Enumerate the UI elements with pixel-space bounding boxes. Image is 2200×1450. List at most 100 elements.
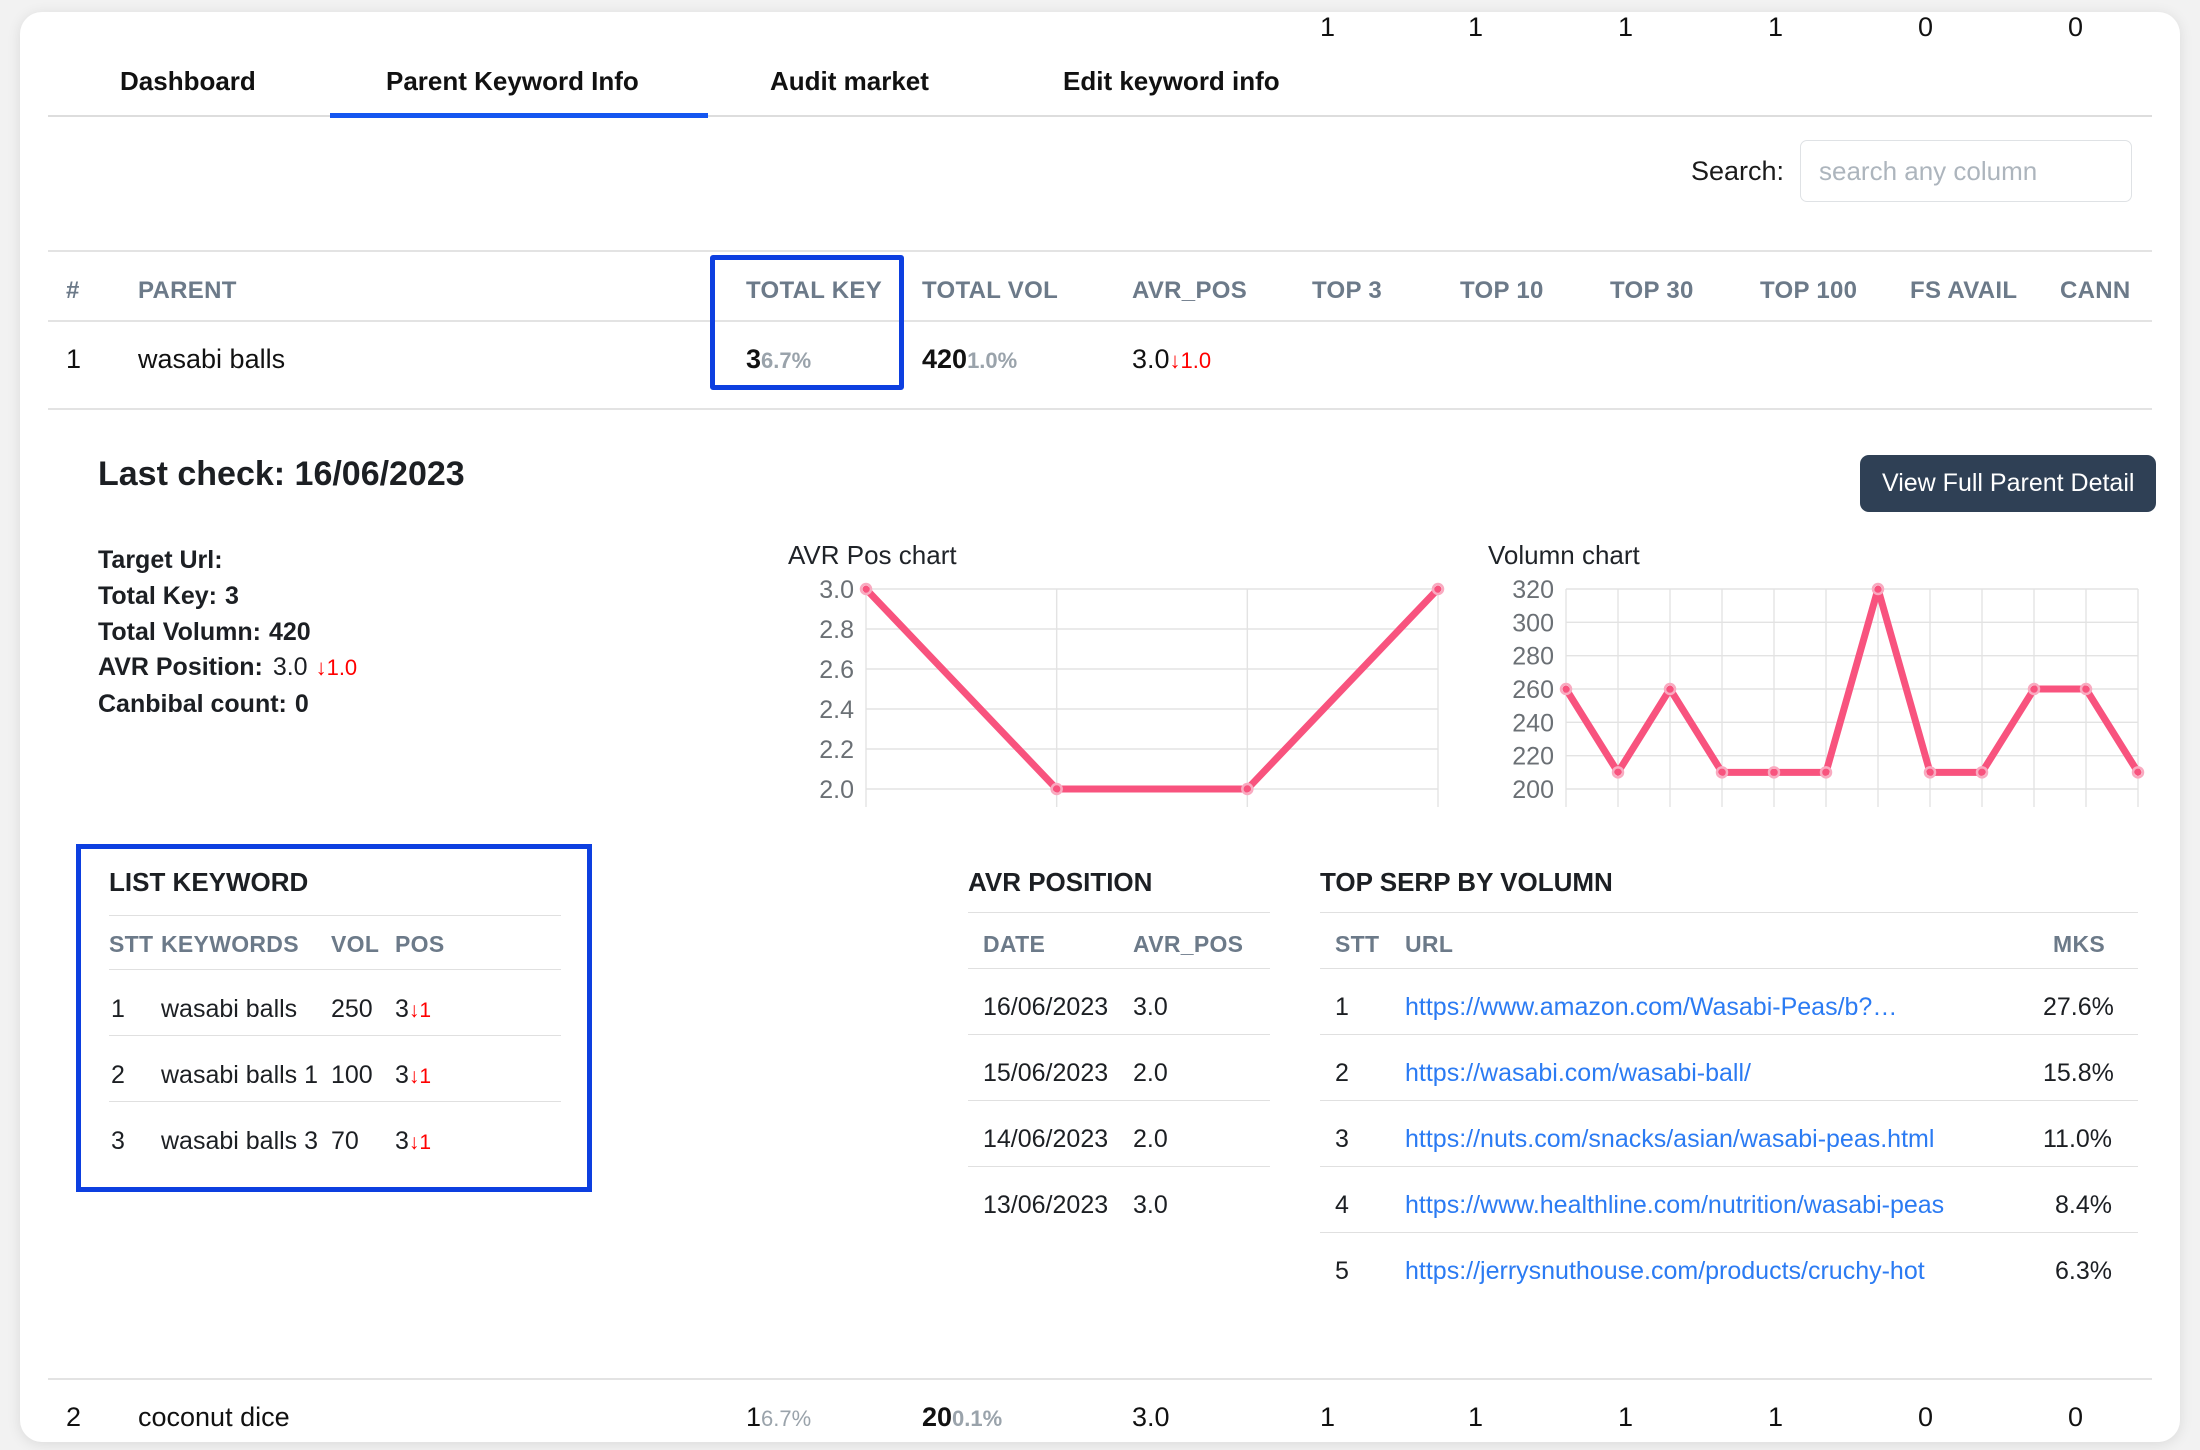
row2-top-3: 1 [1320,1402,1336,1432]
apos-row3-avr-pos: 2.0 [1133,1125,1168,1153]
serp-row5-mks: 6.3% [2055,1257,2112,1285]
search-input[interactable] [1800,140,2132,202]
detail-canbibal-count: Canbibal count: 0 [98,690,309,719]
svg-text:320: 320 [1512,577,1554,604]
row1-total-vol: 4201.0% [922,344,1017,375]
lk-row2-stt: 2 [111,1061,125,1089]
col-header-top-30[interactable]: TOP 30 [1610,277,1694,305]
row2-top-10: 1 [1468,1402,1484,1432]
col-header-index[interactable]: # [66,277,80,305]
apos-col-header-avr-pos[interactable]: AVR_POS [1133,931,1243,958]
row2-parent: coconut dice [138,1402,290,1432]
row2-total-key-pct: 6.7% [761,1406,812,1431]
row1-top-10: 1 [1468,12,1484,42]
detail-target-url-label: Target Url: [98,546,223,574]
apos-row3-date: 14/06/2023 [983,1125,1109,1153]
lk-col-header-keywords[interactable]: KEYWORDS [161,931,299,958]
serp-divider-5 [1320,1232,2138,1233]
table-row-divider-top [48,320,2152,322]
svg-text:280: 280 [1512,643,1554,671]
list-keyword-title: LIST KEYWORD [109,867,309,897]
row2-index: 2 [66,1402,82,1432]
serp-col-header-mks[interactable]: MKS [2053,931,2105,958]
svg-text:240: 240 [1512,709,1554,737]
row1-avr-pos: 3.0↓1.0 [1132,344,1211,375]
serp-row1-stt: 1 [1335,993,1349,1021]
col-header-top-10[interactable]: TOP 10 [1460,277,1544,305]
apos-row1-avr-pos: 3.0 [1133,993,1168,1021]
col-header-parent[interactable]: PARENT [138,277,237,305]
view-full-parent-detail-button[interactable]: View Full Parent Detail [1860,455,2157,512]
svg-text:2.4: 2.4 [819,696,854,724]
svg-text:3.0: 3.0 [819,577,854,604]
col-header-total-key[interactable]: TOTAL KEY [746,277,882,305]
svg-text:260: 260 [1512,676,1554,704]
list-keyword-divider-1 [109,969,561,970]
lk-row1-keyword: wasabi balls [161,995,298,1023]
lk-row3-pos-value: 3 [395,1127,409,1155]
apos-col-header-date[interactable]: DATE [983,931,1045,958]
apos-row4-date: 13/06/2023 [983,1191,1109,1219]
row1-total-key-value: 3 [746,344,762,374]
col-header-cann[interactable]: CANN [2060,277,2131,305]
svg-text:2.2: 2.2 [819,736,854,764]
col-header-total-vol[interactable]: TOTAL VOL [922,277,1058,305]
col-header-fs-avail[interactable]: FS AVAIL [1910,277,2017,305]
list-keyword-box: LIST KEYWORD STT KEYWORDS VOL POS 1 wasa… [76,844,592,1192]
svg-text:2.8: 2.8 [819,616,854,644]
lk-row3-pos-delta: ↓1 [408,1131,432,1154]
apos-row1-date: 16/06/2023 [983,993,1109,1021]
row1-total-vol-pct: 1.0% [967,348,1018,373]
serp-row4-stt: 4 [1335,1191,1349,1219]
serp-row5-url[interactable]: https://jerrysnuthouse.com/products/cruc… [1405,1257,1925,1286]
col-header-top-3[interactable]: TOP 3 [1312,277,1382,305]
table-row-divider-mid [48,408,2152,410]
serp-row4-mks: 8.4% [2055,1191,2112,1219]
lk-row3-vol: 70 [331,1127,359,1155]
row2-avr-pos: 3.0 [1132,1402,1170,1432]
detail-avr-position-value: 3.0 [272,653,308,681]
lk-col-header-stt[interactable]: STT [109,931,153,958]
row1-total-key: 36.7% [746,344,811,375]
row1-avr-pos-delta: ↓1.0 [1169,348,1212,373]
row1-top-30: 1 [1618,12,1634,42]
detail-avr-position: AVR Position: 3.0 ↓1.0 [98,653,357,682]
lk-col-header-pos[interactable]: POS [395,931,444,958]
row2-total-vol-value: 20 [922,1402,953,1432]
apos-row2-avr-pos: 2.0 [1133,1059,1168,1087]
lk-row2-pos: 3↓1 [395,1061,431,1090]
row2-total-vol-pct: 0.1% [952,1406,1003,1431]
col-header-top-100[interactable]: TOP 100 [1760,277,1857,305]
top-serp-table-title: TOP SERP BY VOLUMN [1320,867,1613,897]
volumn-chart-title: Volumn chart [1488,540,1640,570]
avr-position-divider-0 [968,912,1270,913]
row1-total-vol-value: 420 [922,344,968,374]
svg-text:2.6: 2.6 [819,656,854,684]
serp-divider-2 [1320,1034,2138,1035]
serp-col-header-url[interactable]: URL [1405,931,1453,958]
row1-avr-pos-value: 3.0 [1132,344,1170,374]
serp-row3-url[interactable]: https://nuts.com/snacks/asian/wasabi-pea… [1405,1125,1934,1154]
col-header-avr-pos[interactable]: AVR_POS [1132,277,1247,305]
serp-row5-stt: 5 [1335,1257,1349,1285]
serp-row1-mks: 27.6% [2043,993,2114,1021]
serp-row2-url[interactable]: https://wasabi.com/wasabi-ball/ [1405,1059,1751,1088]
row1-index: 1 [66,344,82,374]
serp-row2-mks: 15.8% [2043,1059,2114,1087]
last-check-title: Last check: 16/06/2023 [98,455,465,493]
serp-row4-url[interactable]: https://www.healthline.com/nutrition/was… [1405,1191,1944,1220]
serp-divider-4 [1320,1166,2138,1167]
lk-col-header-vol[interactable]: VOL [331,931,379,958]
lk-row2-pos-delta: ↓1 [408,1065,432,1088]
lk-row1-vol: 250 [331,995,373,1023]
serp-col-header-stt[interactable]: STT [1335,931,1379,958]
serp-row1-url[interactable]: https://www.amazon.com/Wasabi-Peas/b?… [1405,993,1897,1022]
row1-top-3: 1 [1320,12,1336,42]
list-keyword-divider-0 [109,915,561,916]
lk-row2-keyword: wasabi balls 1 [161,1061,319,1089]
lk-row3-pos: 3↓1 [395,1127,431,1156]
tab-bar: Dashboard Parent Keyword Info Audit mark… [20,38,2180,116]
volumn-chart: 200 220 240 260 280 300 320 [1512,577,2145,807]
table-header-divider [48,250,2152,252]
apos-row4-avr-pos: 3.0 [1133,1191,1168,1219]
